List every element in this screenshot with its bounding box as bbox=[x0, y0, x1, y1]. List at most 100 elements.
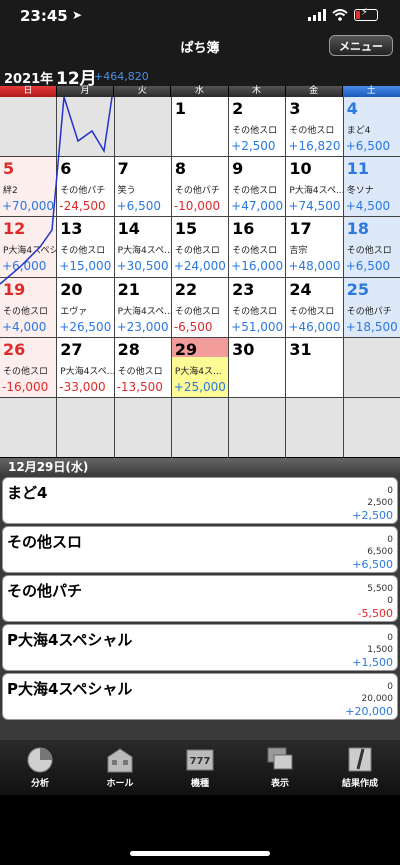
day-number: 12 bbox=[3, 219, 26, 239]
calendar-day-cell[interactable]: 15 その他スロ +24,000 bbox=[171, 217, 229, 277]
calendar-day-cell[interactable]: 16 その他スロ +16,000 bbox=[229, 217, 286, 277]
nav-bar: ぱち簿 メニュー bbox=[0, 32, 400, 60]
tab-analysis[interactable]: 分析 bbox=[0, 740, 80, 795]
entry-investment: 0 bbox=[387, 486, 393, 496]
day-number: 28 bbox=[117, 339, 140, 359]
edit-note-icon bbox=[348, 747, 372, 772]
calendar-day-cell[interactable]: 22 その他スロ -6,500 bbox=[171, 277, 229, 337]
slot-machine-icon: 777 bbox=[186, 749, 214, 771]
calendar-day-cell bbox=[57, 97, 114, 157]
calendar-day-cell[interactable]: 10 P大海4スペ... +74,500 bbox=[286, 157, 343, 217]
entry-investment: 0 bbox=[387, 682, 393, 692]
calendar-day-cell[interactable]: 26 その他スロ -16,000 bbox=[0, 337, 57, 397]
day-number: 16 bbox=[232, 219, 255, 239]
menu-button[interactable]: メニュー bbox=[329, 35, 393, 56]
day-amount: +6,000 bbox=[2, 259, 47, 274]
day-number: 24 bbox=[289, 279, 312, 299]
tab-machines-label: 機種 bbox=[190, 779, 209, 789]
entry-balance: +6,500 bbox=[352, 558, 393, 571]
calendar-day-cell[interactable]: 2 その他スロ +2,500 bbox=[229, 97, 286, 157]
entry-payout: 0 bbox=[387, 596, 393, 606]
calendar-day-cell bbox=[286, 397, 343, 457]
entry-payout: 1,500 bbox=[367, 645, 393, 655]
weekday-mon: 月 bbox=[57, 86, 115, 97]
day-amount: -16,000 bbox=[2, 379, 49, 394]
result-entry[interactable]: P大海4スペシャル 0 1,500 +1,500 bbox=[2, 624, 398, 671]
entry-machine-name: その他パチ bbox=[7, 582, 83, 600]
calendar-day-cell[interactable]: 5 絆2 +70,000 bbox=[0, 157, 57, 217]
day-machine-name: その他パチ bbox=[60, 186, 106, 197]
result-entry[interactable]: まど4 0 2,500 +2,500 bbox=[2, 477, 398, 524]
day-amount: +46,000 bbox=[288, 319, 341, 334]
calendar-day-cell[interactable]: 31 bbox=[286, 337, 343, 397]
calendar-day-cell[interactable]: 20 エヴァ +26,500 bbox=[57, 277, 114, 337]
weekday-tue: 火 bbox=[114, 86, 172, 97]
calendar-day-cell[interactable]: 30 bbox=[229, 337, 286, 397]
calendar-day-cell[interactable]: 21 P大海4スペ... +23,000 bbox=[114, 277, 171, 337]
result-entry[interactable]: その他スロ 0 6,500 +6,500 bbox=[2, 526, 398, 573]
calendar-day-cell[interactable]: 18 その他スロ +6,500 bbox=[343, 217, 400, 277]
entry-balance: +1,500 bbox=[352, 656, 393, 669]
day-machine-name: P大海4スペ... bbox=[117, 306, 171, 317]
result-entry[interactable]: P大海4スペシャル 0 20,000 +20,000 bbox=[2, 673, 398, 720]
results-list: まど4 0 2,500 +2,500 その他スロ 0 6,500 +6,500 その他パチ 5,5… bbox=[0, 476, 400, 740]
calendar-day-cell[interactable]: 4 まど4 +6,500 bbox=[343, 97, 400, 157]
status-time: 23:45 bbox=[20, 7, 68, 25]
calendar-day-cell[interactable]: 12 P大海4スペシ +6,000 bbox=[0, 217, 57, 277]
calendar-day-cell[interactable]: 6 その他パチ -24,500 bbox=[57, 157, 114, 217]
day-machine-name: その他スロ bbox=[117, 366, 163, 377]
day-number: 31 bbox=[289, 339, 312, 359]
entry-machine-name: P大海4スペシャル bbox=[7, 680, 133, 698]
entry-investment: 0 bbox=[387, 633, 393, 643]
day-amount: +16,820 bbox=[288, 139, 341, 153]
calendar-day-cell bbox=[0, 397, 57, 457]
tab-create-result-label: 結果作成 bbox=[341, 779, 378, 789]
weekday-wed: 水 bbox=[171, 86, 229, 97]
entry-payout: 20,000 bbox=[361, 694, 394, 704]
tab-display-label: 表示 bbox=[270, 779, 289, 789]
day-number: 7 bbox=[117, 159, 129, 179]
calendar-day-cell[interactable]: 17 吉宗 +48,000 bbox=[286, 217, 343, 277]
status-indicators: ⚡ bbox=[308, 7, 378, 21]
day-amount: +26,500 bbox=[59, 319, 112, 334]
battery-icon: ⚡ bbox=[354, 7, 378, 21]
tab-bar: 分析 ホール 777 機種 表示 結果作成 bbox=[0, 740, 400, 795]
day-machine-name: P大海4スペ... bbox=[289, 186, 343, 197]
calendar-day-cell[interactable]: 27 P大海4スペ... -33,000 bbox=[57, 337, 114, 397]
calendar-day-cell[interactable]: 8 その他パチ -10,000 bbox=[171, 157, 229, 217]
day-amount: +4,500 bbox=[345, 199, 391, 214]
selected-date-header: 12月29日(水) bbox=[0, 458, 400, 476]
calendar-day-cell[interactable]: 25 その他パチ +18,500 bbox=[343, 277, 400, 337]
day-amount: +18,500 bbox=[345, 319, 398, 334]
calendar-day-cell[interactable]: 14 P大海4スペ... +30,500 bbox=[114, 217, 171, 277]
home-indicator bbox=[130, 851, 270, 856]
calendar-day-cell[interactable]: 23 その他スロ +51,000 bbox=[229, 277, 286, 337]
calendar-day-cell[interactable]: 24 その他スロ +46,000 bbox=[286, 277, 343, 337]
entry-investment: 0 bbox=[387, 535, 393, 545]
calendar-day-cell[interactable]: 29 P大海4ス... +25,000 bbox=[171, 337, 229, 397]
calendar-day-cell[interactable]: 9 その他スロ +47,000 bbox=[229, 157, 286, 217]
tab-create-result[interactable]: 結果作成 bbox=[320, 740, 400, 795]
calendar-day-cell[interactable]: 3 その他スロ +16,820 bbox=[286, 97, 343, 157]
weekday-sun: 日 bbox=[0, 86, 58, 97]
day-machine-name: その他スロ bbox=[232, 246, 278, 257]
tab-display[interactable]: 表示 bbox=[240, 740, 320, 795]
day-amount: -10,000 bbox=[173, 199, 221, 214]
entry-balance: -5,500 bbox=[357, 607, 393, 620]
calendar-day-cell[interactable]: 7 笑う +6,500 bbox=[114, 157, 171, 217]
calendar-day-cell[interactable]: 11 冬ソナ +4,500 bbox=[343, 157, 400, 217]
calendar-day-cell[interactable]: 1 bbox=[171, 97, 229, 157]
tab-hall[interactable]: ホール bbox=[80, 740, 160, 795]
day-amount: -33,000 bbox=[59, 379, 106, 394]
tab-machines[interactable]: 777 機種 bbox=[160, 740, 240, 795]
day-number: 9 bbox=[232, 159, 244, 179]
calendar-day-cell[interactable]: 13 その他スロ +15,000 bbox=[57, 217, 114, 277]
calendar-day-cell[interactable]: 19 その他スロ +4,000 bbox=[0, 277, 57, 337]
result-entry[interactable]: その他パチ 5,500 0 -5,500 bbox=[2, 575, 398, 622]
day-amount: +6,500 bbox=[345, 259, 391, 274]
calendar-day-cell[interactable]: 28 その他スロ -13,500 bbox=[114, 337, 171, 397]
day-amount: -13,500 bbox=[116, 379, 163, 394]
calendar-day-cell bbox=[114, 97, 171, 157]
day-machine-name: その他スロ bbox=[346, 246, 392, 257]
day-number: 13 bbox=[60, 219, 83, 239]
